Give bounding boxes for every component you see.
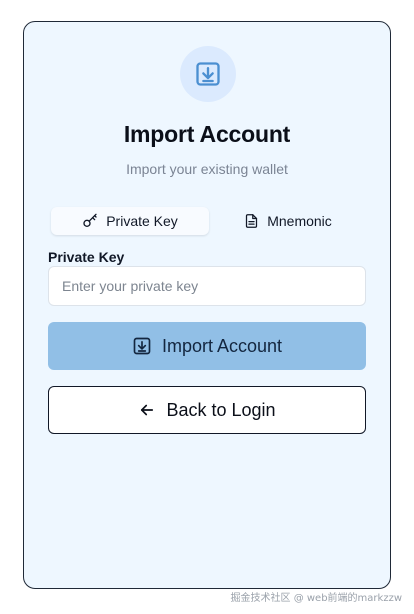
key-icon — [82, 213, 98, 229]
private-key-label: Private Key — [48, 249, 125, 265]
back-button-label: Back to Login — [166, 399, 276, 420]
watermark: 掘金技术社区 @ web前端的markzzw — [230, 593, 402, 604]
import-method-tabs: Private Key Mnemonic — [51, 207, 367, 235]
hero-icon-circle — [180, 46, 236, 102]
download-icon — [132, 336, 152, 356]
download-icon — [194, 60, 222, 88]
tab-private-key[interactable]: Private Key — [51, 207, 209, 235]
import-button-label: Import Account — [161, 335, 283, 356]
document-icon — [244, 213, 259, 229]
import-account-button[interactable]: Import Account — [48, 322, 366, 370]
private-key-input[interactable] — [48, 266, 366, 306]
back-to-login-button[interactable]: Back to Login — [48, 386, 366, 434]
arrow-left-icon — [138, 401, 156, 419]
page-title: Import Account — [123, 121, 291, 147]
page-subtitle: Import your existing wallet — [126, 161, 288, 177]
tab-mnemonic[interactable]: Mnemonic — [209, 207, 367, 235]
tab-label: Private Key — [106, 213, 178, 229]
import-account-card: Import Account Import your existing wall… — [23, 21, 391, 589]
tab-label: Mnemonic — [267, 213, 332, 229]
